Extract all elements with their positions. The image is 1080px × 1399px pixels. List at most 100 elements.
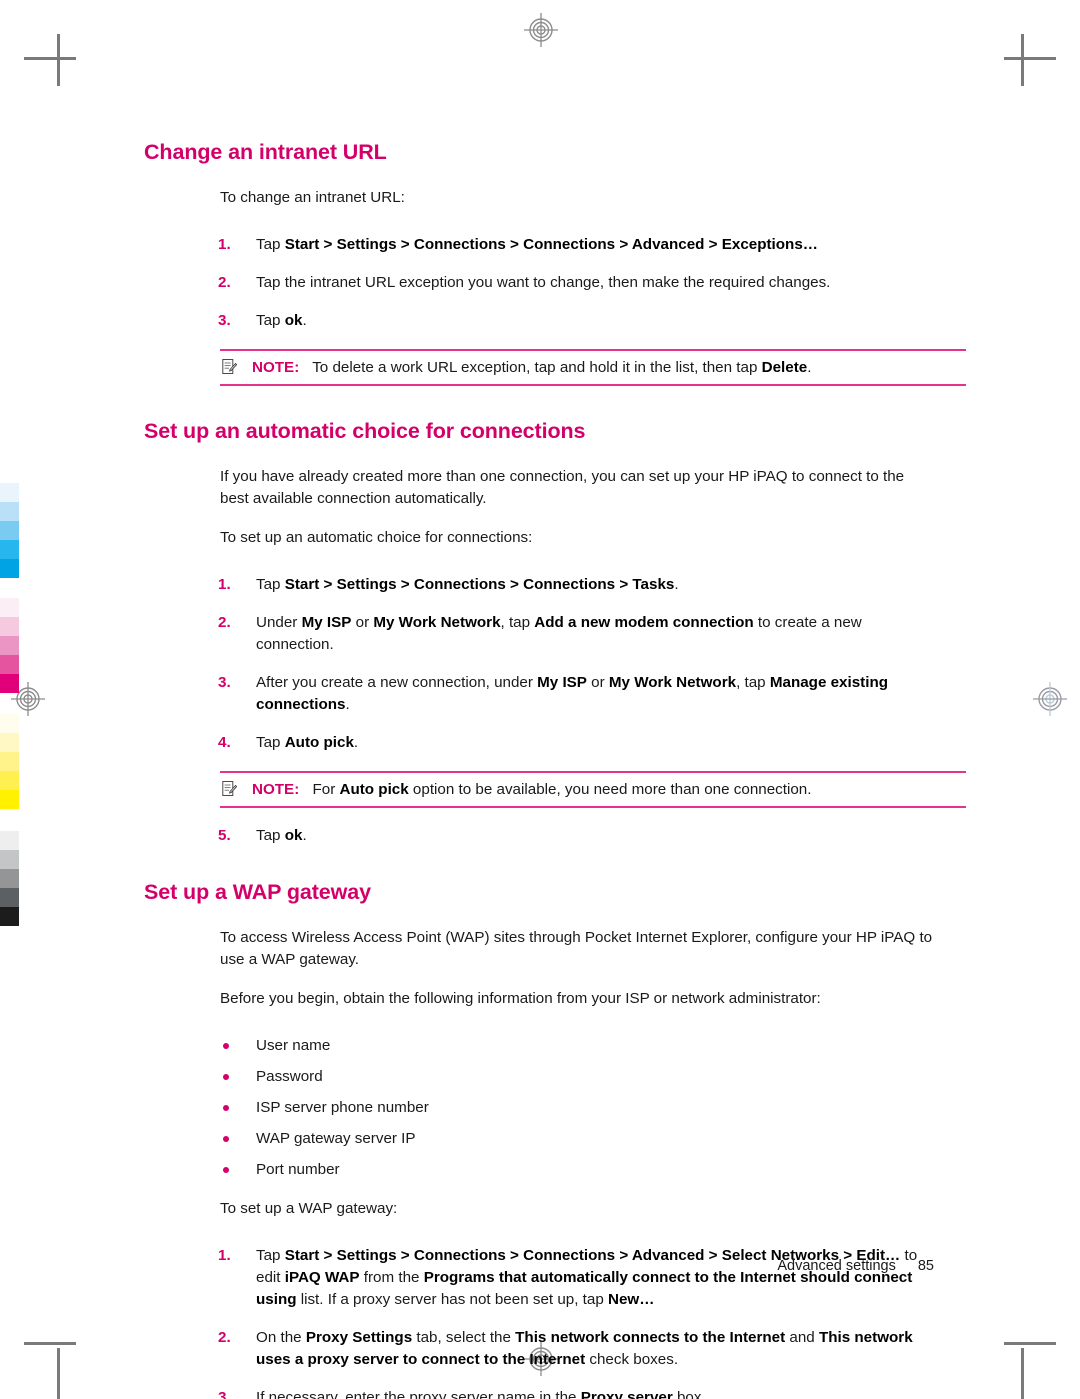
bullet-text: WAP gateway server IP — [256, 1130, 416, 1147]
step-list-automatic-choice-b: 5. Tap ok. — [144, 825, 934, 847]
step-list-change-intranet-url: 1. Tap Start > Settings > Connections > … — [144, 234, 934, 332]
note-label: NOTE: — [252, 781, 300, 798]
note-icon — [222, 358, 238, 375]
calibration-swatch — [0, 655, 19, 674]
bullet-icon — [223, 1105, 229, 1111]
step-number: 5. — [218, 827, 231, 844]
list-item: Port number — [144, 1159, 934, 1181]
list-item: 2. On the Proxy Settings tab, select the… — [144, 1327, 934, 1371]
paragraph-automatic-choice: If you have already created more than on… — [220, 468, 905, 507]
bullet-icon — [223, 1043, 229, 1049]
calibration-swatch — [0, 752, 19, 771]
list-item: 3. Tap ok. — [144, 310, 934, 332]
paragraph-wap-gateway: To access Wireless Access Point (WAP) si… — [220, 929, 933, 968]
list-item: 3. After you create a new connection, un… — [144, 672, 934, 716]
list-item: User name — [144, 1035, 934, 1057]
list-item: 5. Tap ok. — [144, 825, 934, 847]
list-item: 2. Under My ISP or My Work Network, tap … — [144, 612, 934, 656]
bullet-icon — [223, 1136, 229, 1142]
list-item: 2. Tap the intranet URL exception you wa… — [144, 272, 934, 294]
list-item: 1. Tap Start > Settings > Connections > … — [144, 574, 934, 596]
note-callout-change-intranet-url: NOTE: To delete a work URL exception, ta… — [220, 349, 966, 386]
calibration-swatch — [0, 907, 19, 926]
list-item: 1. Tap Start > Settings > Connections > … — [144, 1245, 934, 1311]
registration-mark-right — [1030, 679, 1070, 719]
calibration-swatch — [0, 598, 19, 617]
crop-mark-bottom-left-horizontal — [24, 1342, 76, 1345]
step-text: If necessary, enter the proxy server nam… — [256, 1389, 706, 1399]
step-number: 2. — [218, 274, 231, 291]
step-number: 1. — [218, 576, 231, 593]
step-list-automatic-choice-a: 1. Tap Start > Settings > Connections > … — [144, 574, 934, 754]
step-text: Tap Auto pick. — [256, 734, 359, 751]
intro-text-automatic-choice: To set up an automatic choice for connec… — [220, 529, 533, 546]
step-text: Tap Start > Settings > Connections > Con… — [256, 576, 679, 593]
document-page: Change an intranet URL To change an intr… — [0, 0, 1080, 1399]
prereq-intro-wap-gateway: Before you begin, obtain the following i… — [220, 990, 821, 1007]
calibration-swatch — [0, 869, 19, 888]
calibration-swatch — [0, 521, 19, 540]
footer-chapter-label: Advanced settings — [777, 1258, 896, 1274]
bullet-list-wap-prerequisites: User name Password ISP server phone numb… — [144, 1035, 934, 1181]
step-number: 1. — [218, 236, 231, 253]
step-number: 3. — [218, 1389, 231, 1399]
crop-mark-top-left-horizontal — [24, 57, 76, 60]
step-number: 3. — [218, 674, 231, 691]
step-number: 4. — [218, 734, 231, 751]
list-item: ISP server phone number — [144, 1097, 934, 1119]
step-number: 2. — [218, 614, 231, 631]
crop-mark-top-right-horizontal — [1004, 57, 1056, 60]
bullet-text: Password — [256, 1068, 323, 1085]
calibration-swatch — [0, 714, 19, 733]
note-callout-auto-pick: NOTE: For Auto pick option to be availab… — [220, 771, 966, 808]
bullet-text: ISP server phone number — [256, 1099, 429, 1116]
footer-page-number: 85 — [917, 1258, 934, 1274]
calibration-swatch — [0, 674, 19, 693]
list-item: 1. Tap Start > Settings > Connections > … — [144, 234, 934, 256]
list-item: 3. If necessary, enter the proxy server … — [144, 1387, 934, 1399]
note-icon — [222, 780, 238, 797]
note-text: For Auto pick option to be available, yo… — [312, 781, 812, 798]
calibration-swatch — [0, 771, 19, 790]
step-text: After you create a new connection, under… — [256, 674, 888, 713]
calibration-bar-cyan — [0, 483, 19, 578]
step-text: Tap the intranet URL exception you want … — [256, 274, 831, 291]
step-number: 3. — [218, 312, 231, 329]
crop-mark-top-left-vertical — [57, 34, 60, 86]
bullet-text: Port number — [256, 1161, 340, 1178]
registration-mark-top — [521, 10, 561, 50]
list-item: 4. Tap Auto pick. — [144, 732, 934, 754]
calibration-bar-magenta — [0, 598, 19, 693]
crop-mark-bottom-right-horizontal — [1004, 1342, 1056, 1345]
section-heading-wap-gateway: Set up a WAP gateway — [144, 880, 372, 904]
bullet-text: User name — [256, 1037, 331, 1054]
intro-text-change-intranet-url: To change an intranet URL: — [220, 189, 405, 206]
crop-mark-top-right-vertical — [1021, 34, 1024, 86]
note-text: To delete a work URL exception, tap and … — [312, 359, 812, 376]
section-heading-change-intranet-url: Change an intranet URL — [144, 140, 387, 164]
calibration-swatch — [0, 733, 19, 752]
page-content: Change an intranet URL To change an intr… — [144, 140, 966, 1399]
step-text: Tap Start > Settings > Connections > Con… — [256, 1247, 918, 1308]
calibration-swatch — [0, 483, 19, 502]
calibration-swatch — [0, 617, 19, 636]
page-footer: Advanced settings 85 — [144, 1258, 934, 1274]
list-item: Password — [144, 1066, 934, 1088]
note-label: NOTE: — [252, 359, 300, 376]
list-item: WAP gateway server IP — [144, 1128, 934, 1150]
calibration-swatch — [0, 502, 19, 521]
calibration-swatch — [0, 636, 19, 655]
step-number: 2. — [218, 1329, 231, 1346]
crop-mark-bottom-left-vertical — [57, 1348, 60, 1399]
step-text: Tap ok. — [256, 312, 307, 329]
calibration-swatch — [0, 790, 19, 809]
calibration-swatch — [0, 850, 19, 869]
calibration-swatch — [0, 559, 19, 578]
section-heading-automatic-choice: Set up an automatic choice for connectio… — [144, 419, 586, 443]
calibration-swatch — [0, 540, 19, 559]
step-text: Tap Start > Settings > Connections > Con… — [256, 236, 818, 253]
calibration-swatch — [0, 888, 19, 907]
intro-text-wap-gateway: To set up a WAP gateway: — [220, 1200, 398, 1217]
step-text: Under My ISP or My Work Network, tap Add… — [256, 614, 862, 653]
crop-mark-bottom-right-vertical — [1021, 1348, 1024, 1399]
